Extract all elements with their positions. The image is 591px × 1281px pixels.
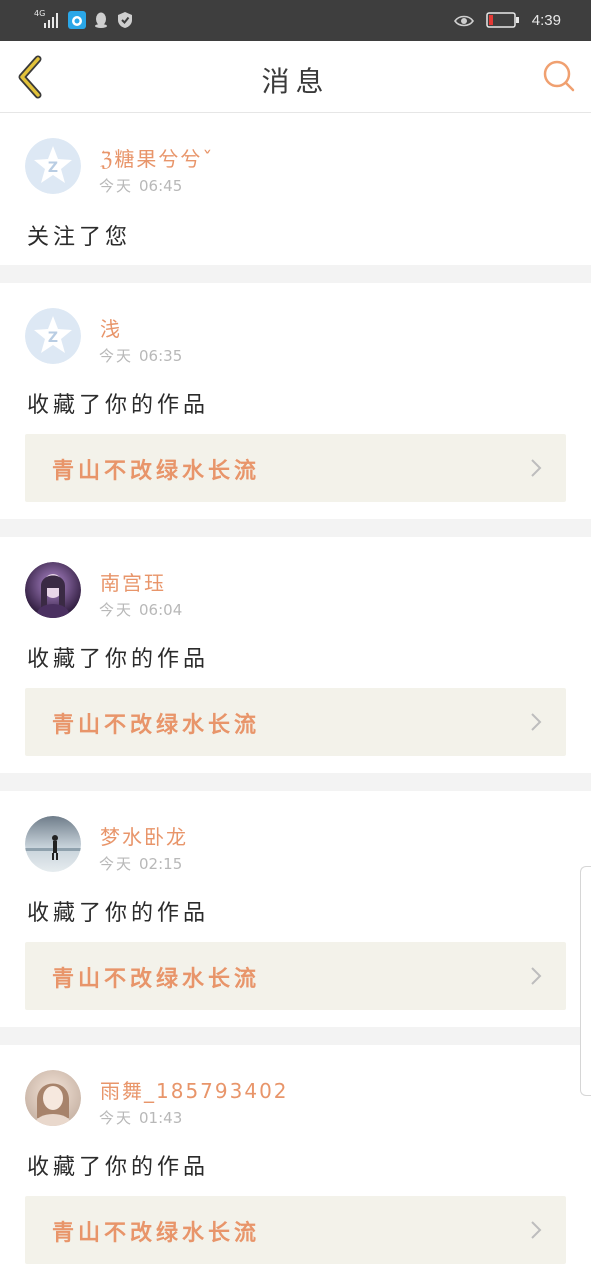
user-name[interactable]: 南宫珏 bbox=[100, 567, 166, 596]
work-title: 青山不改绿水长流 bbox=[52, 713, 261, 738]
default-avatar-icon: Z bbox=[25, 138, 81, 194]
work-title: 青山不改绿水长流 bbox=[52, 459, 261, 484]
qq-icon bbox=[92, 11, 110, 29]
work-link-card[interactable]: 青山不改绿水长流 bbox=[25, 688, 566, 756]
action-text: 关注了您 bbox=[27, 225, 132, 250]
chevron-right-icon bbox=[531, 967, 542, 985]
chevron-right-icon bbox=[531, 1221, 542, 1239]
status-left: 4G bbox=[34, 9, 134, 31]
timestamp: 今天 06:04 bbox=[99, 601, 183, 619]
separator bbox=[0, 265, 591, 283]
signal-icon: 4G bbox=[34, 9, 62, 29]
timestamp: 今天 02:15 bbox=[99, 855, 183, 873]
user-photo-avatar bbox=[25, 562, 81, 618]
app-notification-icon bbox=[68, 11, 86, 29]
message-item[interactable]: Z 浅 今天 06:35 收藏了你的作品 青山不改绿水长流 bbox=[0, 283, 591, 519]
shield-icon bbox=[116, 11, 134, 29]
user-name[interactable]: 梦水卧龙 bbox=[100, 821, 188, 850]
timestamp: 今天 06:35 bbox=[99, 347, 183, 365]
timestamp: 今天 01:43 bbox=[99, 1109, 183, 1127]
message-item[interactable]: 雨舞_185793402 今天 01:43 收藏了你的作品 青山不改绿水长流 bbox=[0, 1045, 591, 1281]
work-link-card[interactable]: 青山不改绿水长流 bbox=[25, 1196, 566, 1264]
work-title: 青山不改绿水长流 bbox=[52, 967, 261, 992]
svg-text:Z: Z bbox=[48, 160, 58, 176]
avatar[interactable]: Z bbox=[25, 138, 81, 194]
user-photo-avatar bbox=[25, 1070, 81, 1126]
user-name[interactable]: 浅 bbox=[100, 313, 122, 342]
avatar[interactable] bbox=[25, 816, 81, 872]
status-bar: 4G 4:39 bbox=[0, 0, 591, 41]
side-drawer-handle[interactable] bbox=[580, 866, 591, 1096]
svg-text:Z: Z bbox=[48, 330, 58, 346]
separator bbox=[0, 519, 591, 537]
header-bar: 消息 bbox=[0, 41, 591, 113]
message-item[interactable]: 南宫珏 今天 06:04 收藏了你的作品 青山不改绿水长流 bbox=[0, 537, 591, 773]
separator bbox=[0, 773, 591, 791]
action-text: 收藏了你的作品 bbox=[27, 647, 210, 672]
search-icon bbox=[543, 60, 575, 92]
work-title: 青山不改绿水长流 bbox=[52, 1221, 261, 1246]
user-name[interactable]: 雨舞_185793402 bbox=[100, 1075, 289, 1104]
message-item[interactable]: 梦水卧龙 今天 02:15 收藏了你的作品 青山不改绿水长流 bbox=[0, 791, 591, 1027]
page-title: 消息 bbox=[261, 65, 330, 98]
message-item[interactable]: Z ℨ糖果兮兮ˇ 今天 06:45 关注了您 bbox=[0, 113, 591, 265]
chevron-right-icon bbox=[531, 713, 542, 731]
avatar[interactable] bbox=[25, 1070, 81, 1126]
timestamp: 今天 06:45 bbox=[99, 177, 183, 195]
chevron-right-icon bbox=[531, 459, 542, 477]
avatar[interactable] bbox=[25, 562, 81, 618]
status-right: 4:39 bbox=[453, 9, 561, 31]
work-link-card[interactable]: 青山不改绿水长流 bbox=[25, 434, 566, 502]
default-avatar-icon: Z bbox=[25, 308, 81, 364]
avatar[interactable]: Z bbox=[25, 308, 81, 364]
user-name[interactable]: ℨ糖果兮兮ˇ bbox=[100, 143, 214, 172]
action-text: 收藏了你的作品 bbox=[27, 1155, 210, 1180]
action-text: 收藏了你的作品 bbox=[27, 901, 210, 926]
action-text: 收藏了你的作品 bbox=[27, 393, 210, 418]
work-link-card[interactable]: 青山不改绿水长流 bbox=[25, 942, 566, 1010]
battery-icon bbox=[486, 12, 520, 28]
user-photo-avatar bbox=[25, 816, 81, 872]
eye-icon bbox=[453, 13, 474, 27]
clock: 4:39 bbox=[531, 11, 561, 29]
separator bbox=[0, 1027, 591, 1045]
search-button[interactable] bbox=[542, 59, 576, 93]
message-list: Z ℨ糖果兮兮ˇ 今天 06:45 关注了您 Z 浅 今天 06:35 收藏了你的作… bbox=[0, 113, 591, 1281]
